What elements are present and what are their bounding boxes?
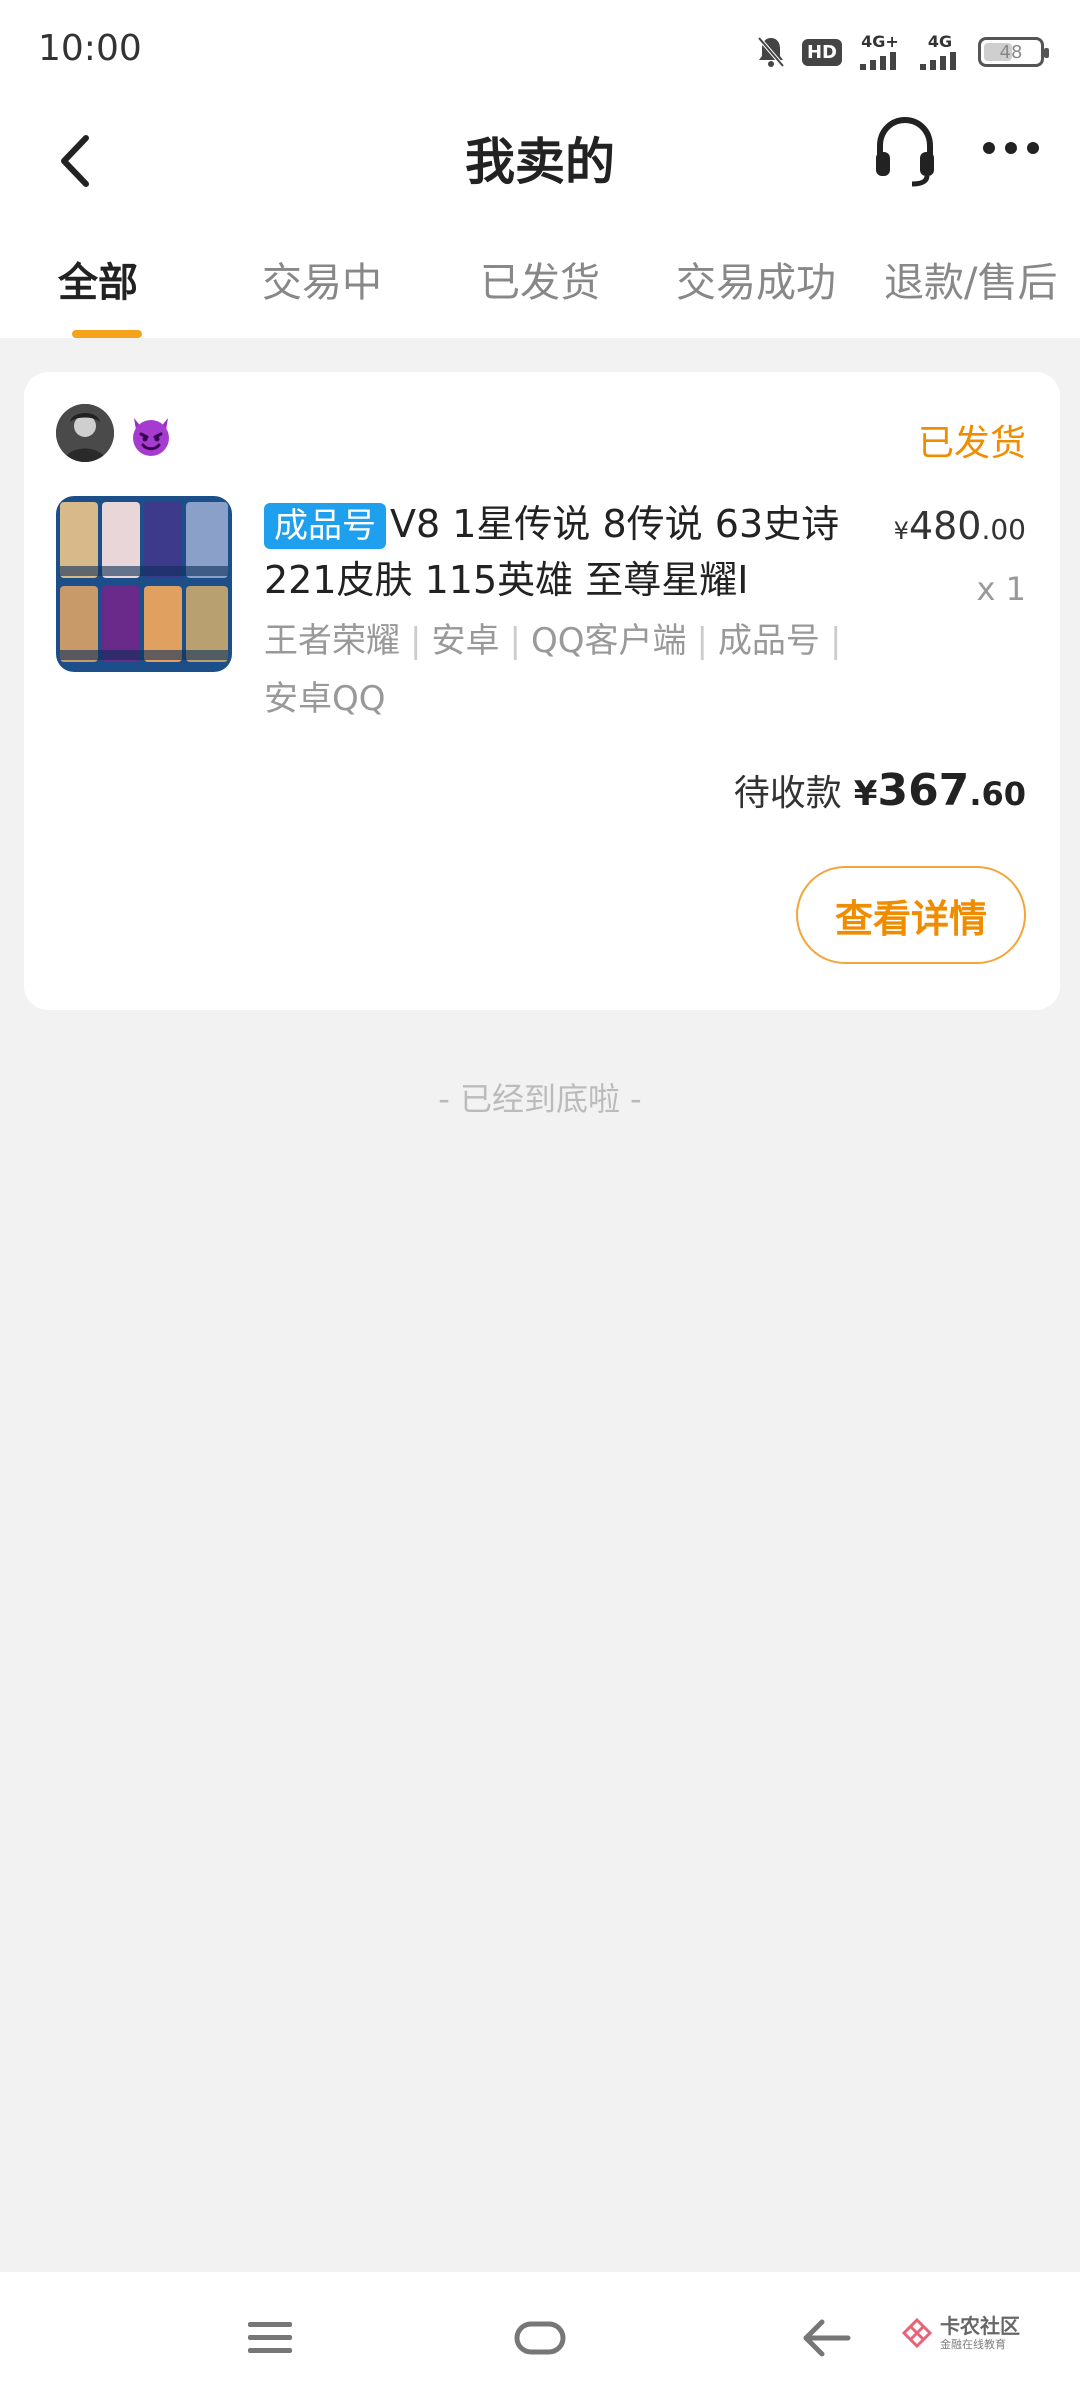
- battery-level: 48: [999, 41, 1023, 63]
- header: 我卖的: [0, 100, 1080, 220]
- price-currency: ¥: [893, 517, 909, 545]
- customer-service-button[interactable]: [872, 112, 938, 190]
- meta-separator: |: [696, 621, 708, 661]
- sim1-label: 4G+: [861, 32, 899, 51]
- back-arrow-icon: [803, 2319, 851, 2357]
- active-tab-indicator: [72, 330, 142, 338]
- meta-type: 成品号: [717, 621, 820, 661]
- receivable-currency: ¥: [853, 774, 878, 814]
- home-icon: [514, 2321, 566, 2355]
- battery-icon: 48: [978, 37, 1049, 67]
- hd-icon: HD: [801, 38, 842, 66]
- unit-price: ¥480.00: [894, 504, 1026, 548]
- nav-home-button[interactable]: [512, 2316, 568, 2360]
- tab-all[interactable]: 全部: [58, 250, 138, 330]
- system-nav-bar: 卡农社区 金融在线教育: [0, 2272, 1080, 2400]
- headset-icon: [876, 116, 934, 187]
- tab-in-progress[interactable]: 交易中: [262, 250, 382, 330]
- signal-4g-icon: 4G: [918, 34, 962, 70]
- receivable-amount: 待收款 ¥367.60: [734, 764, 1026, 816]
- product-title[interactable]: 成品号 V8 1星传说 8传说 63史诗 221皮肤 115英雄 至尊星耀I: [264, 496, 904, 608]
- meta-server: 安卓QQ: [264, 679, 386, 719]
- meta-client: QQ客户端: [530, 621, 687, 661]
- watermark-main: 卡农社区: [940, 2314, 1020, 2338]
- tab-refund[interactable]: 退款/售后: [884, 250, 1057, 330]
- meta-separator: |: [509, 621, 521, 661]
- more-button[interactable]: [976, 120, 1046, 176]
- product-meta: 王者荣耀 | 安卓 | QQ客户端 | 成品号 | 安卓QQ: [264, 612, 884, 728]
- product-thumbnail-icon: [56, 496, 232, 672]
- order-card[interactable]: 已发货 成品号 V8 1星传说 8传说 63史诗 221皮肤 115英雄 至尊星耀…: [24, 372, 1060, 1010]
- tab-shipped[interactable]: 已发货: [480, 250, 600, 330]
- avatar-image: [56, 404, 114, 462]
- product-tag: 成品号: [264, 503, 386, 549]
- nav-back-button[interactable]: [800, 2312, 852, 2364]
- order-status: 已发货: [917, 423, 1026, 464]
- bell-muted-icon: [757, 36, 785, 68]
- signal-4g-plus-icon: 4G+: [858, 34, 902, 70]
- price-decimal: .00: [981, 513, 1026, 546]
- more-dots-icon: [983, 142, 1039, 154]
- avatar[interactable]: [56, 404, 114, 462]
- devil-emoji-icon: [133, 418, 169, 456]
- quantity: x 1: [976, 570, 1026, 608]
- view-details-button[interactable]: 查看详情: [796, 866, 1026, 964]
- receivable-integer: 367: [877, 765, 970, 816]
- meta-separator: |: [410, 621, 422, 661]
- price-integer: 480: [908, 504, 982, 548]
- watermark-text: 卡农社区 金融在线教育: [940, 2314, 1020, 2352]
- end-of-list-hint: - 已经到底啦 -: [438, 1080, 642, 1118]
- watermark-logo-icon: [901, 2317, 933, 2349]
- meta-game: 王者荣耀: [264, 621, 400, 661]
- meta-platform: 安卓: [431, 621, 500, 661]
- status-icons: HD 4G+ 4G 48: [756, 30, 1049, 74]
- status-bar: 10:00 HD 4G+ 4G 48: [0, 0, 1080, 100]
- watermark: 卡农社区 金融在线教育: [900, 2298, 1050, 2368]
- receivable-label: 待收款: [733, 773, 842, 814]
- meta-separator: |: [829, 621, 842, 661]
- sim2-label: 4G: [927, 32, 953, 51]
- status-time: 10:00: [38, 28, 142, 69]
- watermark-sub: 金融在线教育: [940, 2338, 1006, 2351]
- menu-icon: [248, 2322, 292, 2353]
- nav-recents-button[interactable]: [244, 2316, 296, 2360]
- order-tabs: 全部 交易中 已发货 交易成功 退款/售后: [0, 220, 1080, 338]
- product-image[interactable]: [56, 496, 232, 672]
- receivable-decimal: .60: [969, 775, 1026, 813]
- tab-completed[interactable]: 交易成功: [676, 250, 836, 330]
